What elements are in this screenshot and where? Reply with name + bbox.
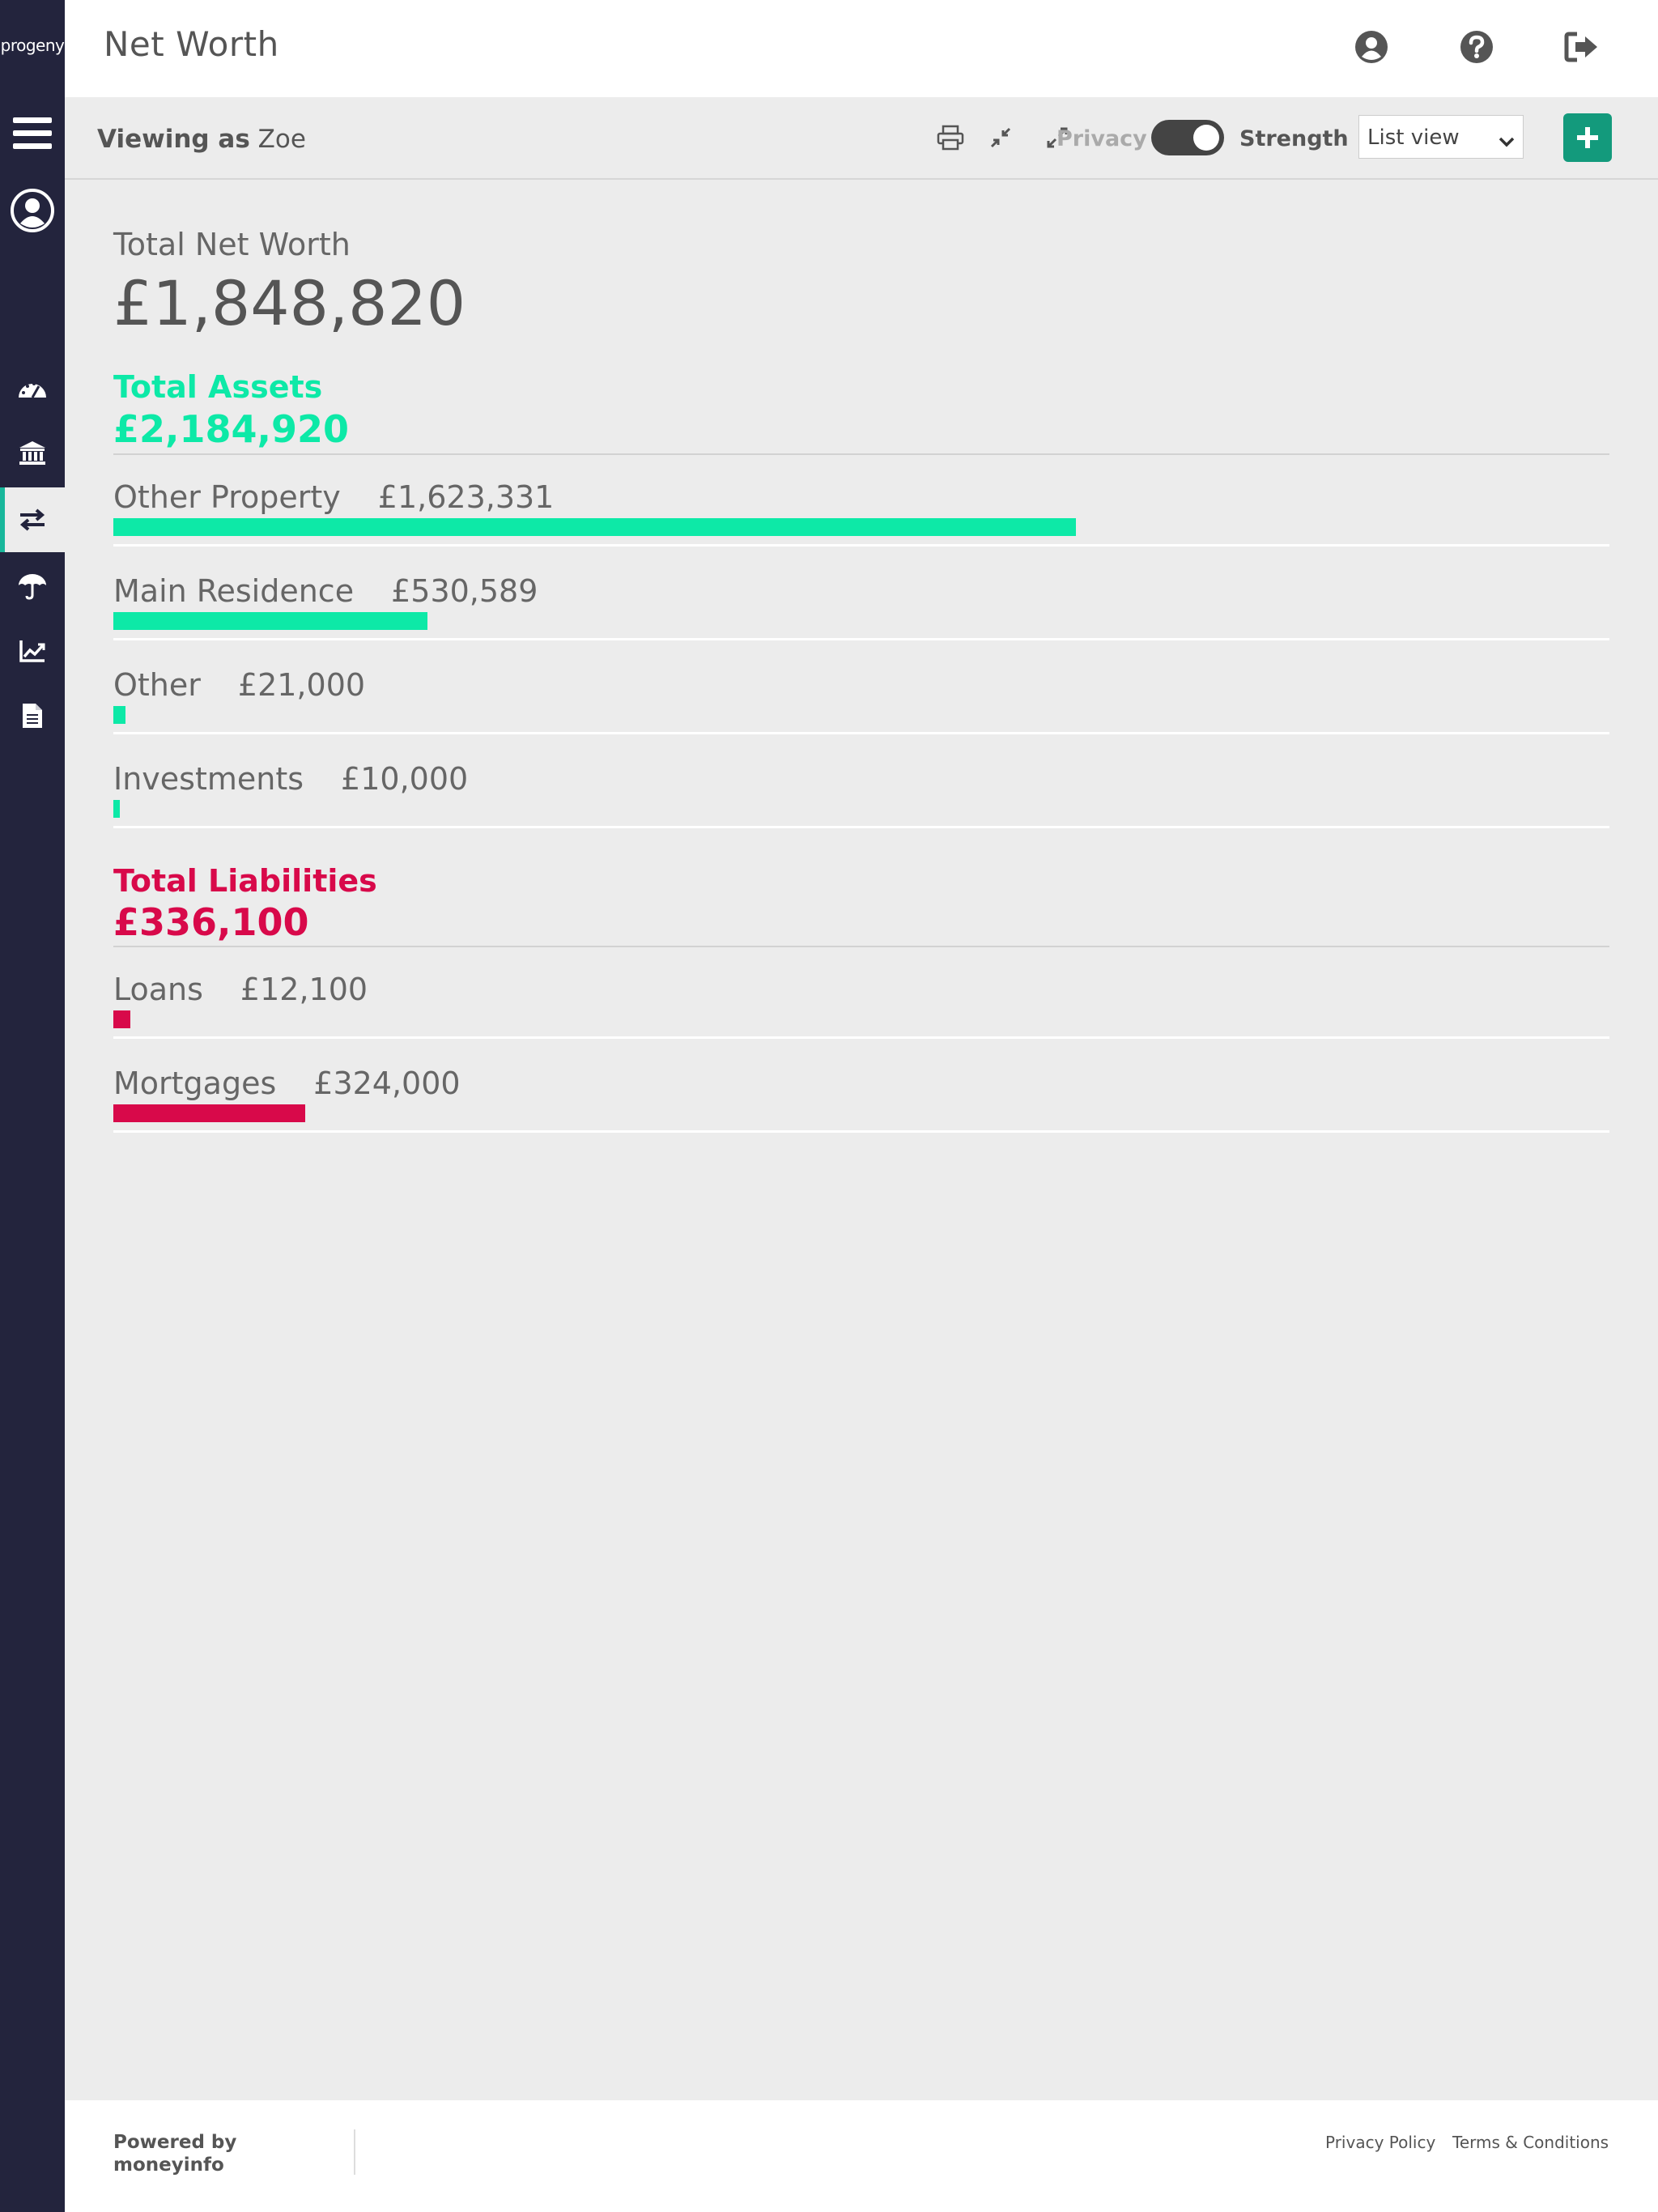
divider [113, 453, 1609, 455]
asset-row-label[interactable]: Main Residence £530,589 [113, 573, 538, 609]
transfer-icon[interactable] [0, 487, 65, 552]
total-assets-value: £2,184,920 [113, 407, 350, 451]
sidebar: progeny [0, 0, 65, 2212]
divider [113, 1036, 1609, 1039]
asset-row-label[interactable]: Other Property £1,623,331 [113, 479, 554, 515]
header-bar: Net Worth [65, 0, 1658, 97]
liability-row-label[interactable]: Mortgages £324,000 [113, 1066, 461, 1101]
strength-label: Strength [1239, 126, 1349, 151]
liability-amount: £12,100 [240, 972, 368, 1007]
asset-bar [113, 706, 125, 724]
asset-bar [113, 612, 427, 630]
footer-divider [354, 2129, 355, 2175]
asset-row-label[interactable]: Other £21,000 [113, 667, 365, 703]
compress-icon[interactable] [986, 123, 1015, 152]
liability-bar [113, 1104, 305, 1122]
dashboard-icon[interactable] [0, 356, 65, 421]
total-liabilities-value: £336,100 [113, 900, 309, 944]
divider [113, 544, 1609, 547]
print-icon[interactable] [936, 123, 965, 152]
view-select[interactable]: List view [1358, 115, 1524, 159]
umbrella-icon[interactable] [0, 554, 65, 619]
toggle-knob [1193, 125, 1219, 151]
asset-bar [113, 800, 120, 818]
privacy-strength-toggle[interactable] [1151, 120, 1224, 155]
asset-name: Other Property [113, 479, 341, 515]
asset-bar [113, 518, 1076, 536]
chart-icon[interactable] [0, 619, 65, 683]
plus-icon [1577, 127, 1598, 148]
liability-amount: £324,000 [313, 1066, 461, 1101]
viewing-as: Viewing as Zoe [97, 125, 306, 154]
powered-by: Powered by moneyinfo [113, 2131, 236, 2176]
asset-name: Other [113, 667, 201, 703]
net-worth-label: Total Net Worth [113, 227, 351, 262]
brand-logo[interactable]: progeny [0, 36, 65, 55]
divider [113, 826, 1609, 828]
liability-name: Mortgages [113, 1066, 277, 1101]
powered-by-line2: moneyinfo [113, 2155, 224, 2176]
terms-link[interactable]: Terms & Conditions [1452, 2133, 1609, 2152]
asset-amount: £10,000 [341, 761, 469, 797]
asset-row-label[interactable]: Investments £10,000 [113, 761, 468, 797]
liability-bar [113, 1010, 130, 1028]
divider [113, 946, 1609, 947]
liability-row-label[interactable]: Loans £12,100 [113, 972, 368, 1007]
privacy-policy-link[interactable]: Privacy Policy [1325, 2133, 1435, 2152]
divider [113, 638, 1609, 640]
document-icon[interactable] [0, 683, 65, 748]
total-liabilities-title: Total Liabilities [113, 863, 377, 899]
view-select-value: List view [1367, 125, 1460, 150]
page-title: Net Worth [104, 24, 279, 64]
footer: Powered by moneyinfo Privacy Policy Term… [65, 2100, 1658, 2212]
asset-name: Main Residence [113, 573, 355, 609]
asset-amount: £1,623,331 [377, 479, 555, 515]
menu-icon[interactable] [0, 101, 65, 166]
viewing-as-label: Viewing as [97, 125, 250, 154]
bank-icon[interactable] [0, 421, 65, 486]
powered-by-line1: Powered by [113, 2132, 237, 2153]
user-circle-icon[interactable] [1354, 29, 1389, 65]
logout-icon[interactable] [1564, 29, 1600, 65]
net-worth-value: £1,848,820 [113, 267, 466, 339]
privacy-label: Privacy [1056, 126, 1147, 151]
asset-amount: £530,589 [391, 573, 538, 609]
divider [113, 1130, 1609, 1133]
divider [113, 732, 1609, 734]
liability-name: Loans [113, 972, 203, 1007]
profile-icon[interactable] [0, 178, 65, 243]
toolbar: Viewing as Zoe Privacy Strength List vie… [65, 97, 1658, 180]
help-icon[interactable] [1459, 29, 1494, 65]
total-assets-title: Total Assets [113, 369, 323, 405]
asset-name: Investments [113, 761, 304, 797]
asset-amount: £21,000 [237, 667, 366, 703]
viewing-as-name[interactable]: Zoe [258, 125, 306, 154]
chevron-down-icon [1499, 129, 1515, 153]
add-button[interactable] [1563, 113, 1612, 162]
